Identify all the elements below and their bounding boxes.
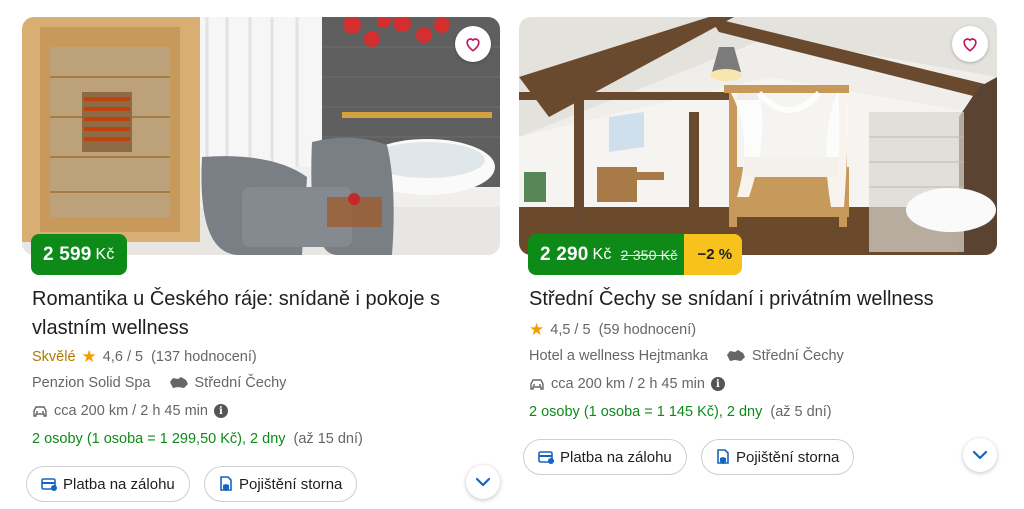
price-tag: 2 290 Kč 2 350 Kč −2 % — [528, 234, 743, 275]
old-price: 2 350 Kč — [620, 246, 678, 263]
insurance-document-icon — [220, 476, 232, 491]
region: Střední Čechy — [169, 375, 287, 391]
price-value: 2 290 — [540, 243, 589, 265]
offer-photo[interactable] — [519, 17, 997, 255]
cancellation-insurance-label: Pojištění storna — [736, 448, 840, 466]
cancellation-insurance-label: Pojištění storna — [239, 475, 343, 493]
star-icon: ★ — [529, 320, 545, 339]
offer-text: 2 osoby (1 osoba = 1 145 Kč), 2 dny — [529, 404, 763, 420]
insurance-document-icon — [717, 449, 729, 464]
czech-map-icon — [169, 377, 188, 388]
rating-row: ★ 4,5 / 5 (59 hodnocení) — [529, 320, 696, 340]
offer-photo[interactable] — [22, 17, 500, 255]
location-row: Penzion Solid Spa Střední Čechy — [32, 375, 286, 391]
availability-text: (až 15 dní) — [293, 431, 363, 447]
distance-text: cca 200 km / 2 h 45 min — [551, 376, 705, 392]
chevron-down-icon — [972, 450, 988, 460]
deposit-payment-button[interactable]: Platba na zálohu — [26, 466, 190, 502]
price-badge: 2 290 Kč 2 350 Kč — [528, 234, 690, 275]
price-tag: 2 599 Kč — [31, 234, 127, 275]
offer-text: 2 osoby (1 osoba = 1 299,50 Kč), 2 dny — [32, 431, 286, 447]
rating-row: Skvělé ★ 4,6 / 5 (137 hodnocení) — [32, 347, 257, 367]
distance-row: cca 200 km / 2 h 45 min i — [529, 376, 725, 392]
region-label: Střední Čechy — [194, 375, 287, 391]
price-value: 2 599 — [43, 243, 92, 265]
payment-card-icon — [41, 478, 57, 491]
offer-row: 2 osoby (1 osoba = 1 145 Kč), 2 dny (až … — [529, 404, 832, 420]
review-count: (137 hodnocení) — [151, 349, 257, 365]
region: Střední Čechy — [726, 348, 844, 364]
rating-word: Skvělé — [32, 349, 76, 365]
expand-button[interactable] — [466, 465, 500, 499]
attic-bedroom-image — [519, 17, 997, 255]
star-icon: ★ — [81, 347, 97, 366]
cancellation-insurance-button[interactable]: Pojištění storna — [204, 466, 358, 502]
deposit-payment-button[interactable]: Platba na zálohu — [523, 439, 687, 475]
payment-card-icon — [538, 451, 554, 464]
offer-row: 2 osoby (1 osoba = 1 299,50 Kč), 2 dny (… — [32, 431, 363, 447]
deposit-payment-label: Platba na zálohu — [560, 448, 672, 466]
distance-text: cca 200 km / 2 h 45 min — [54, 403, 208, 419]
price-badge: 2 599 Kč — [31, 234, 127, 275]
deposit-payment-label: Platba na zálohu — [63, 475, 175, 493]
cancellation-insurance-button[interactable]: Pojištění storna — [701, 439, 855, 475]
rating-value: 4,6 / 5 — [102, 349, 144, 365]
hotel-name[interactable]: Hotel a wellness Hejtmanka — [529, 348, 708, 364]
czech-map-icon — [726, 350, 745, 361]
car-icon — [530, 379, 544, 390]
offer-title[interactable]: Střední Čechy se snídaní i privátním wel… — [529, 285, 989, 314]
sauna-room-image — [22, 17, 500, 255]
rating-value: 4,5 / 5 — [550, 322, 591, 338]
offer-title[interactable]: Romantika u Českého ráje: snídaně i poko… — [32, 285, 492, 343]
info-icon[interactable]: i — [213, 404, 228, 418]
favorite-button[interactable] — [952, 26, 988, 62]
availability-text: (až 5 dní) — [770, 404, 832, 420]
heart-icon — [466, 38, 480, 52]
region-label: Střední Čechy — [751, 348, 844, 364]
car-icon — [33, 406, 47, 417]
hotel-name[interactable]: Penzion Solid Spa — [32, 375, 151, 391]
distance-row: cca 200 km / 2 h 45 min i — [32, 403, 228, 419]
price-currency: Kč — [95, 245, 115, 263]
favorite-button[interactable] — [455, 26, 491, 62]
info-icon[interactable]: i — [710, 377, 725, 391]
heart-icon — [963, 38, 977, 52]
offer-card-2[interactable]: 2 290 Kč 2 350 Kč −2 % Střední Čechy se … — [519, 17, 997, 509]
expand-button[interactable] — [963, 438, 997, 472]
offer-card-1[interactable]: 2 599 Kč Romantika u Českého ráje: snída… — [22, 17, 500, 509]
review-count: (59 hodnocení) — [598, 322, 697, 338]
location-row: Hotel a wellness Hejtmanka Střední Čechy — [529, 348, 844, 364]
chevron-down-icon — [475, 477, 491, 487]
price-currency: Kč — [592, 245, 612, 263]
discount-badge: −2 % — [683, 234, 743, 275]
